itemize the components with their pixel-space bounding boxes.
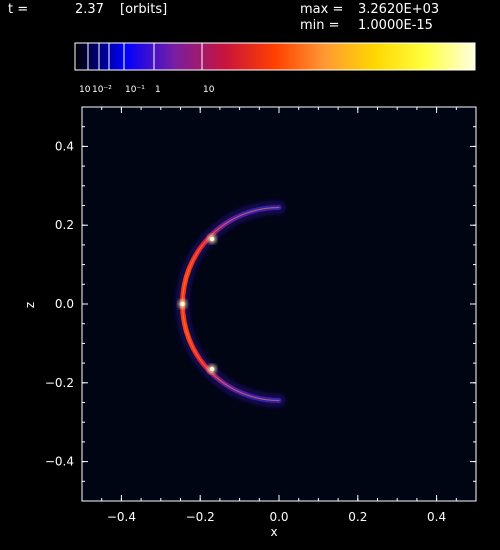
colorbar-label-1: 10 [79,85,91,95]
colorbar: 10 10⁻² 10⁻¹ 1 10 [74,42,476,95]
hot-spot-left [180,301,185,307]
colorbar-label-5: 10 [203,85,215,95]
y-tick-label: −0.4 [45,455,74,469]
plot-area: −0.4 −0.2 0.0 0.2 0.4 −0.4 −0.2 0.0 0.2 0.4 x z [23,106,477,539]
x-tick-label: −0.4 [107,510,136,524]
x-tick-label: 0.4 [427,510,446,524]
x-tick-label: −0.2 [186,510,215,524]
colorbar-label-3: 10⁻¹ [125,85,145,95]
x-tick-label: 0.2 [348,510,367,524]
y-tick-label: 0.4 [55,139,74,153]
x-axis-label: x [270,525,277,539]
y-tick-label: 0.0 [55,297,74,311]
y-tick-label: −0.2 [45,376,74,390]
y-axis-label: z [23,302,37,308]
figure: 10 10⁻² 10⁻¹ 1 10 −0.4 −0.2 0.0 0.2 0.4−0.4−… [23,42,477,539]
colorbar-label-4: 1 [155,85,161,95]
colorbar-label-2: 10⁻² [92,85,112,95]
hot-spot-upper [209,236,215,242]
y-tick-label: 0.2 [55,218,74,232]
x-tick-label: 0.0 [269,510,288,524]
plot-background [82,107,476,501]
hot-spot-lower [209,366,215,372]
colorbar-fill [75,43,475,70]
